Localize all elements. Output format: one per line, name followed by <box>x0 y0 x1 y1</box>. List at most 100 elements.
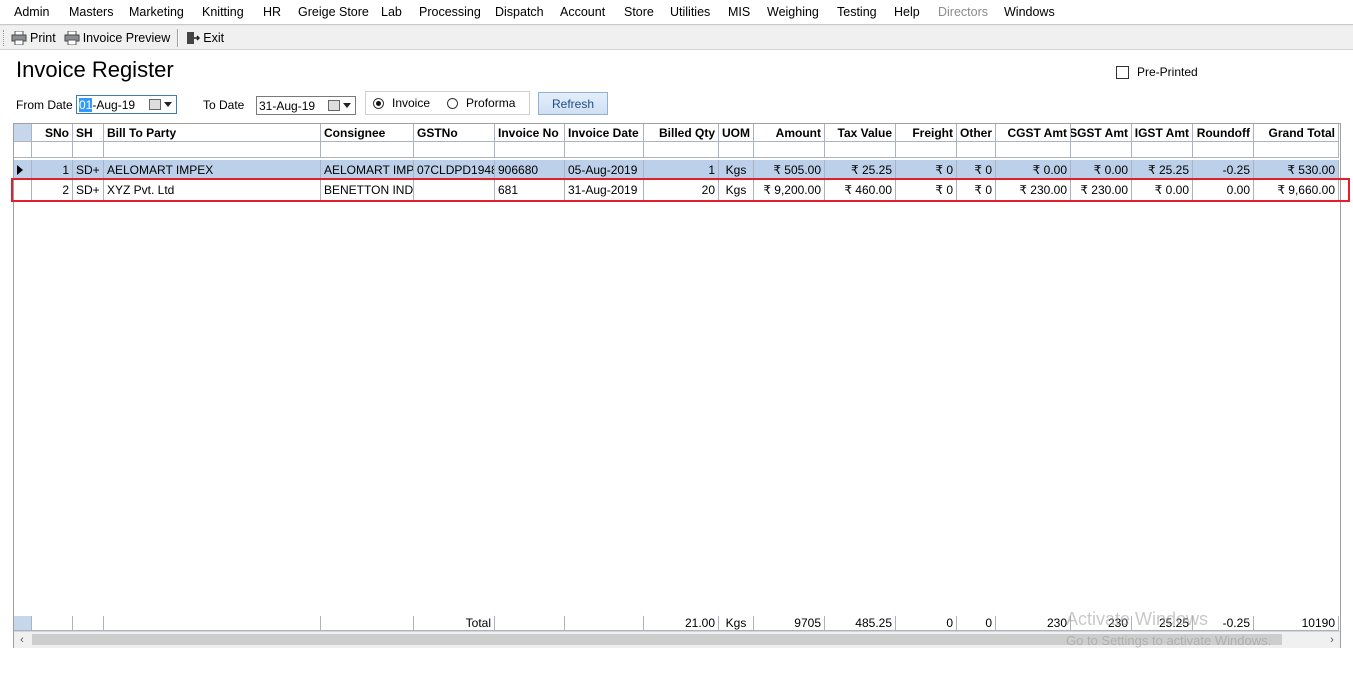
menu-item-testing[interactable]: Testing <box>837 0 877 24</box>
filter-cell-consignee[interactable] <box>321 142 414 158</box>
cell-tax-value[interactable]: ₹ 460.00 <box>825 180 896 201</box>
cell-cgst-amt[interactable]: ₹ 0.00 <box>996 160 1071 180</box>
cell-grand-total[interactable]: 10190 <box>1254 616 1339 631</box>
menu-item-masters[interactable]: Masters <box>69 0 113 24</box>
cell-igst-amt[interactable]: ₹ 25.25 <box>1132 160 1193 180</box>
menu-item-hr[interactable]: HR <box>263 0 281 24</box>
cell-amount[interactable]: ₹ 9,200.00 <box>754 180 825 201</box>
cell-freight[interactable]: 0 <box>896 616 957 631</box>
cell-billed-qty[interactable]: 1 <box>644 160 719 180</box>
calendar-icon[interactable] <box>149 99 161 110</box>
scroll-right-icon[interactable]: › <box>1324 633 1340 647</box>
cell-gstno[interactable]: Total <box>414 616 495 631</box>
filter-cell-cgst-amt[interactable] <box>996 142 1071 158</box>
filter-cell-invoice-date[interactable] <box>565 142 644 158</box>
pre-printed-checkbox[interactable]: Pre-Printed <box>1116 65 1198 79</box>
cell-gstno[interactable] <box>414 180 495 201</box>
cell-sh[interactable]: SD+ <box>73 160 104 180</box>
cell-sh[interactable] <box>73 616 104 631</box>
table-row[interactable]: 2SD+XYZ Pvt. LtdBENETTON INDIA 68131-Aug-… <box>14 180 1339 201</box>
filter-cell-amount[interactable] <box>754 142 825 158</box>
cell-cgst-amt[interactable]: 230 <box>996 616 1071 631</box>
cell-bill-to-party[interactable]: AELOMART IMPEX <box>104 160 321 180</box>
cell-tax-value[interactable]: ₹ 25.25 <box>825 160 896 180</box>
cell-uom[interactable]: Kgs <box>719 616 754 631</box>
cell-sno[interactable]: 2 <box>32 180 73 201</box>
menu-item-marketing[interactable]: Marketing <box>129 0 184 24</box>
column-header-invoice-no[interactable]: Invoice No <box>495 124 565 142</box>
cell-consignee[interactable] <box>321 616 414 631</box>
column-header-grand-total[interactable]: Grand Total <box>1254 124 1339 142</box>
filter-cell-sno[interactable] <box>32 142 73 158</box>
refresh-button[interactable]: Refresh <box>538 92 608 115</box>
column-header-igst-amt[interactable]: IGST Amt <box>1132 124 1193 142</box>
invoice-radio[interactable]: Invoice <box>373 96 430 110</box>
cell-consignee[interactable]: BENETTON INDIA <box>321 180 414 201</box>
column-header-cgst-amt[interactable]: CGST Amt <box>996 124 1071 142</box>
column-header-gstno[interactable]: GSTNo <box>414 124 495 142</box>
column-header-uom[interactable]: UOM <box>719 124 754 142</box>
calendar-icon[interactable] <box>328 100 340 111</box>
cell-invoice-date[interactable]: 31-Aug-2019 <box>565 180 644 201</box>
menu-item-lab[interactable]: Lab <box>381 0 402 24</box>
cell-amount[interactable]: 9705 <box>754 616 825 631</box>
select-all-corner[interactable] <box>14 124 32 142</box>
column-header-consignee[interactable]: Consignee <box>321 124 414 142</box>
from-date-picker[interactable]: 01-Aug-19 <box>76 95 177 114</box>
cell-invoice-no[interactable]: 906680 <box>495 160 565 180</box>
cell-bill-to-party[interactable] <box>104 616 321 631</box>
menu-item-knitting[interactable]: Knitting <box>202 0 244 24</box>
row-header[interactable] <box>14 180 32 201</box>
column-header-sh[interactable]: SH <box>73 124 104 142</box>
cell-freight[interactable]: ₹ 0 <box>896 180 957 201</box>
filter-cell-grand-total[interactable] <box>1254 142 1339 158</box>
filter-cell-invoice-no[interactable] <box>495 142 565 158</box>
from-date-value[interactable]: 01-Aug-19 <box>77 97 149 112</box>
proforma-radio[interactable]: Proforma <box>447 96 515 110</box>
filter-cell-uom[interactable] <box>719 142 754 158</box>
menu-item-windows[interactable]: Windows <box>1004 0 1055 24</box>
menu-item-utilities[interactable]: Utilities <box>670 0 710 24</box>
cell-roundoff[interactable]: -0.25 <box>1193 160 1254 180</box>
menu-item-mis[interactable]: MIS <box>728 0 750 24</box>
filter-cell-roundoff[interactable] <box>1193 142 1254 158</box>
column-header-tax-value[interactable]: Tax Value <box>825 124 896 142</box>
to-date-value[interactable]: 31-Aug-19 <box>257 99 328 113</box>
cell-billed-qty[interactable]: 20 <box>644 180 719 201</box>
cell-tax-value[interactable]: 485.25 <box>825 616 896 631</box>
checkbox-box[interactable] <box>1116 65 1129 79</box>
cell-grand-total[interactable]: ₹ 530.00 <box>1254 160 1339 180</box>
table-row[interactable]: 1SD+AELOMART IMPEXAELOMART IMPEX07CLDPD1… <box>14 160 1339 180</box>
menu-item-weighing[interactable]: Weighing <box>767 0 819 24</box>
cell-invoice-no[interactable]: 681 <box>495 180 565 201</box>
cell-invoice-date[interactable]: 05-Aug-2019 <box>565 160 644 180</box>
filter-cell-tax-value[interactable] <box>825 142 896 158</box>
cell-sno[interactable] <box>32 616 73 631</box>
scroll-left-icon[interactable]: ‹ <box>14 633 30 647</box>
cell-sno[interactable]: 1 <box>32 160 73 180</box>
menu-item-dispatch[interactable]: Dispatch <box>495 0 544 24</box>
cell-igst-amt[interactable]: ₹ 0.00 <box>1132 180 1193 201</box>
invoice-grid[interactable]: SNo SH Bill To Party Consignee GSTNo Invoice … <box>13 123 1341 648</box>
filter-cell-sh[interactable] <box>73 142 104 158</box>
filter-cell-bill-to-party[interactable] <box>104 142 321 158</box>
column-header-other[interactable]: Other <box>957 124 996 142</box>
cell-sgst-amt[interactable]: ₹ 230.00 <box>1071 180 1132 201</box>
column-header-freight[interactable]: Freight <box>896 124 957 142</box>
radio-unselected-icon[interactable] <box>447 97 459 109</box>
column-header-roundoff[interactable]: Roundoff <box>1193 124 1254 142</box>
filter-cell-billed-qty[interactable] <box>644 142 719 158</box>
filter-cell-other[interactable] <box>957 142 996 158</box>
cell-other[interactable]: 0 <box>957 616 996 631</box>
cell-cgst-amt[interactable]: ₹ 230.00 <box>996 180 1071 201</box>
filter-cell-sgst-amt[interactable] <box>1071 142 1132 158</box>
menu-item-greige-store[interactable]: Greige Store <box>298 0 369 24</box>
column-header-bill-to-party[interactable]: Bill To Party <box>104 124 321 142</box>
print-button[interactable]: Print <box>7 28 60 48</box>
chevron-down-icon[interactable] <box>164 102 172 107</box>
cell-other[interactable]: ₹ 0 <box>957 160 996 180</box>
menu-item-account[interactable]: Account <box>560 0 605 24</box>
cell-uom[interactable]: Kgs <box>719 160 754 180</box>
menu-item-directors[interactable]: Directors <box>938 0 988 24</box>
menu-item-admin[interactable]: Admin <box>14 0 49 24</box>
